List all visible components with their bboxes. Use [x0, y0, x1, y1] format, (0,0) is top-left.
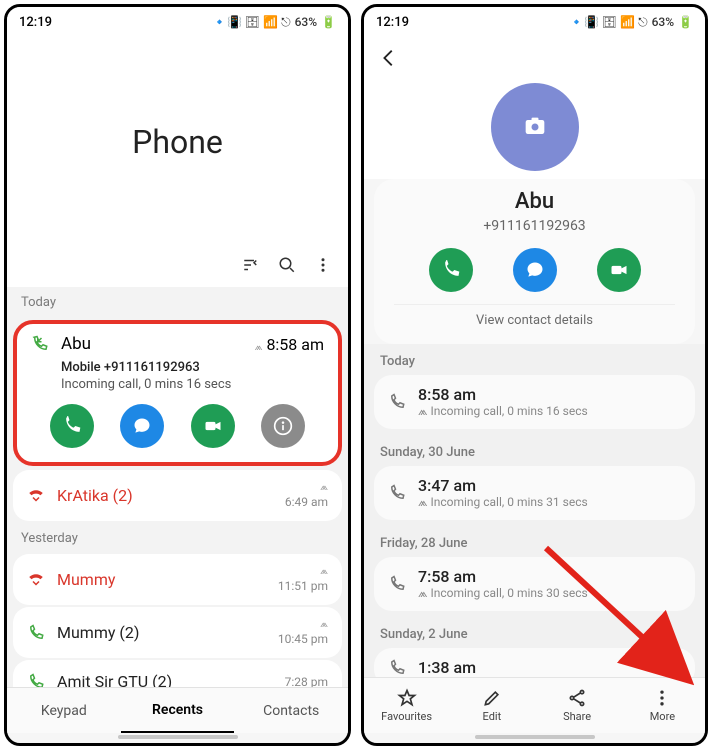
filter-icon[interactable]	[242, 256, 260, 274]
call-number: Mobile +911161192963	[61, 360, 324, 375]
page-title: Phone	[132, 123, 223, 161]
call-time: 10:45 pm	[278, 632, 328, 646]
history-time: 7:58 am	[418, 567, 588, 586]
call-time-col: ⩕ 8:58 am	[255, 335, 324, 354]
tab-edit[interactable]: Edit	[449, 678, 534, 733]
history-row[interactable]: 7:58 am ⩕ Incoming call, 0 mins 30 secs	[374, 557, 695, 611]
message-button[interactable]	[513, 248, 557, 292]
call-name: Mummy (2)	[57, 623, 266, 642]
home-indicator[interactable]	[475, 735, 595, 739]
status-bar: 12:19 🔹📳 🗄 📶 ⎋ 63%🔋	[364, 7, 705, 37]
history-detail: Incoming call, 0 mins 16 secs	[430, 404, 587, 418]
section-today: Today	[7, 287, 348, 316]
call-row[interactable]: Mummy (2) ⩕10:45 pm	[13, 607, 342, 658]
tab-share[interactable]: Share	[535, 678, 620, 733]
toolbar	[7, 247, 348, 287]
top-nav	[364, 37, 705, 79]
status-bar: 12:19 🔹📳 🗄 📶 ⎋ 63%🔋	[7, 7, 348, 37]
call-time: 11:51 pm	[278, 579, 328, 593]
incoming-call-icon	[388, 484, 406, 502]
bottom-action-bar: Favourites Edit Share More	[364, 677, 705, 733]
quick-actions	[31, 404, 324, 448]
contact-avatar[interactable]	[491, 83, 579, 171]
message-button[interactable]	[120, 404, 164, 448]
incoming-call-icon	[27, 673, 45, 688]
back-icon[interactable]	[378, 47, 400, 69]
missed-call-icon	[27, 487, 45, 505]
incoming-call-icon	[27, 624, 45, 642]
recents-list[interactable]: Today Abu ⩕ 8:58 am Mobile +911161192963…	[7, 287, 348, 687]
tab-contacts[interactable]: Contacts	[234, 688, 348, 733]
call-name: Amit Sir GTU (2)	[57, 672, 273, 687]
call-row[interactable]: Mummy ⩕11:51 pm	[13, 554, 342, 605]
history-section: Sunday, 2 June	[364, 617, 705, 648]
call-detail: Incoming call, 0 mins 16 secs	[61, 377, 324, 392]
call-button[interactable]	[429, 248, 473, 292]
history-time: 3:47 am	[418, 476, 588, 495]
avatar-section	[364, 79, 705, 179]
missed-call-icon	[27, 571, 45, 589]
search-icon[interactable]	[278, 256, 296, 274]
call-button[interactable]	[50, 404, 94, 448]
history-section: Today	[364, 344, 705, 375]
info-button[interactable]	[261, 404, 305, 448]
call-row[interactable]: Amit Sir GTU (2) 7:28 pm	[13, 660, 342, 687]
incoming-call-icon	[388, 575, 406, 593]
contact-number: +911161192963	[374, 218, 695, 234]
history-row[interactable]: 8:58 am ⩕ Incoming call, 0 mins 16 secs	[374, 375, 695, 429]
tab-keypad[interactable]: Keypad	[7, 688, 121, 733]
section-yesterday: Yesterday	[7, 523, 348, 552]
app-header: Phone	[7, 37, 348, 247]
call-time: 8:58 am	[266, 335, 324, 354]
tab-more[interactable]: More	[620, 678, 705, 733]
status-time: 12:19	[19, 15, 52, 30]
history-detail: Incoming call, 0 mins 30 secs	[430, 586, 587, 600]
history-section: Sunday, 30 June	[364, 435, 705, 466]
incoming-call-icon	[388, 659, 406, 677]
call-name: Mummy	[57, 570, 266, 589]
tab-favourites[interactable]: Favourites	[364, 678, 449, 733]
call-row[interactable]: KrAtika (2) ⩕6:49 am	[13, 470, 342, 521]
phone-app-recents-screen: 12:19 🔹📳 🗄 📶 ⎋ 63%🔋 Phone Today Abu	[4, 4, 351, 746]
view-contact-details-link[interactable]: View contact details	[394, 304, 675, 332]
history-row[interactable]: 3:47 am ⩕ Incoming call, 0 mins 31 secs	[374, 466, 695, 520]
expanded-call-card[interactable]: Abu ⩕ 8:58 am Mobile +911161192963 Incom…	[13, 320, 342, 466]
call-time: 7:28 pm	[285, 675, 328, 688]
contact-name: Abu	[374, 189, 695, 214]
bottom-tabs: Keypad Recents Contacts	[7, 687, 348, 733]
contact-history-screen: 12:19 🔹📳 🗄 📶 ⎋ 63%🔋 Abu +911161192963	[361, 4, 708, 746]
incoming-call-icon	[388, 393, 406, 411]
history-section: Friday, 28 June	[364, 526, 705, 557]
more-icon[interactable]	[314, 256, 332, 274]
tab-recents[interactable]: Recents	[121, 688, 235, 733]
video-call-button[interactable]	[597, 248, 641, 292]
video-call-button[interactable]	[191, 404, 235, 448]
status-time: 12:19	[376, 15, 409, 30]
status-icons: 🔹📳 🗄 📶 ⎋ 63%🔋	[569, 15, 693, 30]
history-detail: Incoming call, 0 mins 31 secs	[430, 495, 587, 509]
status-icons: 🔹📳 🗄 📶 ⎋ 63%🔋	[212, 15, 336, 30]
wifi-call-icon: ⩕	[418, 586, 430, 600]
call-time: 6:49 am	[285, 495, 328, 509]
history-time: 1:38 am	[418, 658, 476, 677]
wifi-call-icon: ⩕	[418, 495, 430, 509]
history-time: 8:58 am	[418, 385, 588, 404]
incoming-call-icon	[31, 335, 49, 353]
call-name: KrAtika (2)	[57, 486, 273, 505]
contact-card: Abu +911161192963 View contact details	[374, 179, 695, 344]
wifi-call-icon: ⩕	[418, 404, 430, 418]
home-indicator[interactable]	[118, 735, 238, 739]
call-history[interactable]: Today 8:58 am ⩕ Incoming call, 0 mins 16…	[364, 344, 705, 677]
history-row[interactable]: 1:38 am	[374, 648, 695, 677]
wifi-call-icon: ⩕	[255, 342, 263, 353]
call-name: Abu	[61, 334, 243, 354]
